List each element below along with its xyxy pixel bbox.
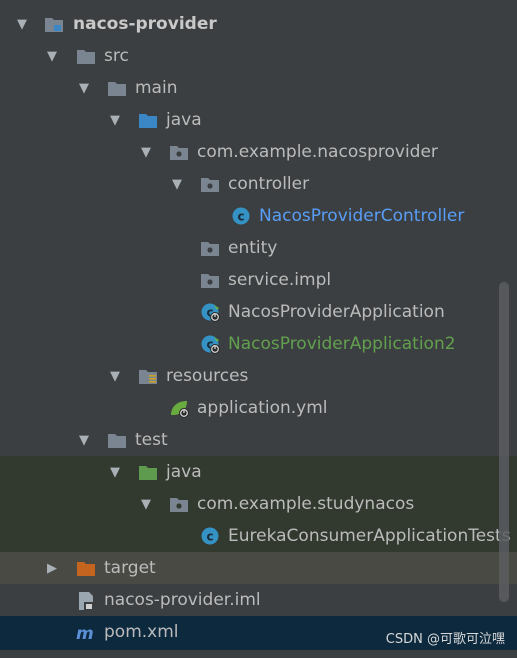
- folder-icon: [107, 79, 127, 97]
- chevron-down-icon[interactable]: ▼: [138, 488, 154, 520]
- module-folder-icon: [44, 15, 64, 33]
- package-icon: [169, 495, 189, 513]
- tree-row-nacosprovidercontroller[interactable]: c NacosProviderController: [0, 200, 517, 232]
- maven-icon: m: [76, 624, 96, 644]
- chevron-down-icon[interactable]: ▼: [107, 360, 123, 392]
- tree-item-label: target: [104, 558, 156, 578]
- project-tree: ▼ nacos-provider ▼ src ▼ main ▼ java ▼ c…: [0, 0, 517, 658]
- tree-item-label: NacosProviderApplication: [228, 302, 445, 322]
- svg-text:c: c: [237, 210, 244, 224]
- tree-row-entity[interactable]: entity: [0, 232, 517, 264]
- tree-row-eurekaconsumerapplicationtests[interactable]: c EurekaConsumerApplicationTests: [0, 520, 517, 552]
- tree-row-package-studynacos[interactable]: ▼ com.example.studynacos: [0, 488, 517, 520]
- package-icon: [169, 143, 189, 161]
- tree-row-service-impl[interactable]: service.impl: [0, 264, 517, 296]
- chevron-down-icon[interactable]: ▼: [44, 40, 60, 72]
- vertical-scrollbar[interactable]: [499, 282, 509, 602]
- tree-item-label: nacos-provider.iml: [104, 590, 261, 610]
- chevron-down-icon[interactable]: ▼: [14, 8, 30, 40]
- class-icon: c: [200, 527, 220, 545]
- tree-item-label: src: [104, 46, 129, 66]
- resources-folder-icon: [138, 367, 158, 385]
- tree-row-main[interactable]: ▼ main: [0, 72, 517, 104]
- tree-row-application-yml[interactable]: application.yml: [0, 392, 517, 424]
- tree-item-label: resources: [166, 366, 249, 386]
- tree-item-label: test: [135, 430, 168, 450]
- svg-text:c: c: [206, 530, 213, 544]
- tree-item-label: service.impl: [228, 270, 332, 290]
- tree-row-package-nacosprovider[interactable]: ▼ com.example.nacosprovider: [0, 136, 517, 168]
- chevron-down-icon[interactable]: ▼: [107, 104, 123, 136]
- tree-row-nacosproviderapplication[interactable]: c NacosProviderApplication: [0, 296, 517, 328]
- chevron-down-icon[interactable]: ▼: [76, 72, 92, 104]
- class-icon: c: [231, 207, 251, 225]
- chevron-down-icon[interactable]: ▼: [76, 424, 92, 456]
- tree-row-resources[interactable]: ▼ resources: [0, 360, 517, 392]
- svg-text:m: m: [76, 624, 94, 642]
- tree-item-label: NacosProviderApplication2: [228, 334, 456, 354]
- folder-icon: [107, 431, 127, 449]
- source-folder-icon: [138, 111, 158, 129]
- tree-item-label: com.example.studynacos: [197, 494, 415, 514]
- watermark: CSDN @可歌可泣嘿: [385, 632, 505, 647]
- spring-boot-class-icon: c: [200, 335, 220, 354]
- tree-item-label: java: [166, 462, 202, 482]
- tree-row-test[interactable]: ▼ test: [0, 424, 517, 456]
- module-file-icon: [76, 591, 96, 610]
- tree-item-label: controller: [228, 174, 310, 194]
- spring-leaf-icon: [169, 399, 189, 418]
- chevron-right-icon[interactable]: ▶: [44, 552, 60, 584]
- tree-row-java-main[interactable]: ▼ java: [0, 104, 517, 136]
- tree-row-nacos-provider-iml[interactable]: nacos-provider.iml: [0, 584, 517, 616]
- tree-item-label: application.yml: [197, 398, 328, 418]
- tree-item-label: com.example.nacosprovider: [197, 142, 438, 162]
- tree-row-target[interactable]: ▶ target: [0, 552, 517, 584]
- folder-icon: [76, 47, 96, 65]
- package-icon: [200, 271, 220, 289]
- chevron-down-icon[interactable]: ▼: [169, 168, 185, 200]
- chevron-down-icon[interactable]: ▼: [107, 456, 123, 488]
- tree-item-label: pom.xml: [104, 622, 179, 642]
- spring-boot-class-icon: c: [200, 303, 220, 322]
- tree-row-src[interactable]: ▼ src: [0, 40, 517, 72]
- chevron-down-icon[interactable]: ▼: [138, 136, 154, 168]
- package-icon: [200, 239, 220, 257]
- tree-item-label: NacosProviderController: [259, 206, 465, 226]
- tree-row-controller[interactable]: ▼ controller: [0, 168, 517, 200]
- tree-row-nacosproviderapplication2[interactable]: c NacosProviderApplication2: [0, 328, 517, 360]
- tree-item-label: java: [166, 110, 202, 130]
- tree-item-label: entity: [228, 238, 278, 258]
- tree-item-label: EurekaConsumerApplicationTests: [228, 526, 511, 546]
- tree-row-java-test[interactable]: ▼ java: [0, 456, 517, 488]
- excluded-folder-icon: [76, 559, 96, 577]
- tree-row-nacos-provider[interactable]: ▼ nacos-provider: [0, 8, 517, 40]
- package-icon: [200, 175, 220, 193]
- tree-item-label: nacos-provider: [73, 14, 217, 34]
- tree-item-label: main: [135, 78, 178, 98]
- test-source-folder-icon: [138, 463, 158, 481]
